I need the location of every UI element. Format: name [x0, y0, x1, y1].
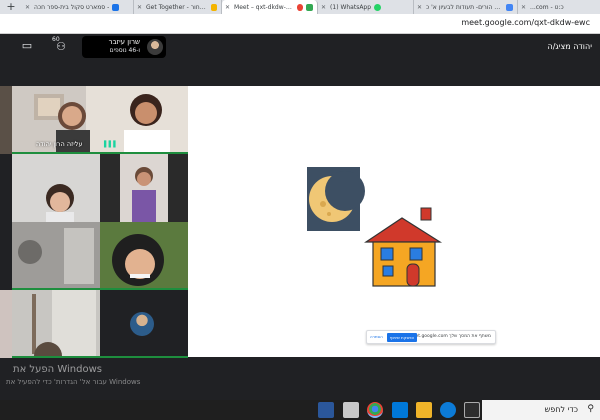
tab-title: Get Together - קראו כשחור [146, 3, 208, 11]
app-icon[interactable] [343, 402, 359, 418]
moon-picture [307, 167, 365, 231]
tab-title: ...com - כ:ט [530, 3, 564, 11]
presentation-stage: meet.google.com משתף את המסך שלך הפסקת ש… [188, 86, 600, 357]
browser-tab-strip: + ✕ סמארט סקול בית-ספר חכה - ✕ Get Toget… [0, 0, 600, 14]
participant-tile[interactable] [12, 154, 100, 222]
record-icon [296, 3, 304, 11]
chrome-icon[interactable] [367, 402, 383, 418]
participant-tile[interactable] [12, 290, 100, 358]
close-icon[interactable]: ✕ [417, 4, 422, 11]
meet-top-bar: ▭ ⚇ 60 שרון עיזבר ו-46 נוספים יהודה מציג… [0, 34, 600, 60]
close-icon[interactable]: ✕ [137, 4, 142, 11]
edge-new-icon[interactable] [440, 402, 456, 418]
participant-tile[interactable] [0, 86, 12, 154]
doc-icon [506, 3, 513, 11]
flag-icon [211, 3, 217, 11]
close-icon[interactable]: ✕ [321, 4, 326, 11]
participant-tile[interactable] [100, 154, 120, 222]
participant-tile[interactable] [100, 290, 188, 358]
hide-banner-button[interactable]: הסתרה [370, 334, 383, 339]
url-text[interactable]: meet.google.com/qxt-dkdw-ewc [461, 18, 590, 27]
participant-name: עליזה הרון יהודה [36, 140, 83, 148]
activate-windows-title: הפעל את Windows [13, 364, 102, 375]
avatar [130, 312, 154, 336]
address-bar[interactable]: meet.google.com/qxt-dkdw-ewc [0, 14, 600, 34]
screen-share-banner: meet.google.com משתף את המסך שלך הפסקת ש… [366, 330, 496, 344]
video-feed [12, 290, 100, 358]
edge-icon[interactable] [392, 402, 408, 418]
presenting-title: יהודה מציג/ה [547, 42, 592, 51]
chat-icon[interactable]: ▭ [18, 39, 36, 53]
tab-parents-day[interactable]: ✕ יום הורים- תעודות לבעיון א' כ: [414, 0, 518, 14]
meet-icon [306, 3, 313, 11]
presenter-card[interactable]: שרון עיזבר ו-46 נוספים [82, 36, 166, 58]
stop-sharing-button[interactable]: הפסקת שיתוף [387, 333, 417, 342]
search-icon: ⚲ [587, 404, 594, 414]
windows-taskbar: כדי לחפש ⚲ [0, 400, 600, 420]
search-placeholder: כדי לחפש [544, 405, 578, 414]
task-view-icon[interactable] [464, 402, 480, 418]
participant-tile[interactable]: עליזה הרון יהודה ▌▌▌ [12, 86, 188, 154]
speaking-indicator [12, 356, 188, 358]
tab-whatsapp[interactable]: ✕ (1) WhatsApp [318, 0, 414, 14]
tab-get-together[interactable]: ✕ Get Together - קראו כשחור [134, 0, 222, 14]
participant-tile[interactable] [168, 154, 188, 222]
close-icon[interactable]: ✕ [225, 4, 230, 11]
video-feed [132, 167, 156, 222]
taskbar-search[interactable]: כדי לחפש ⚲ [482, 400, 600, 420]
participant-tile[interactable] [100, 222, 188, 290]
s-icon [112, 3, 120, 11]
participant-tile[interactable] [12, 222, 100, 290]
close-icon[interactable]: ✕ [25, 4, 30, 11]
tab-title: (1) WhatsApp [330, 3, 372, 11]
share-banner-text: meet.google.com משתף את המסך שלך [408, 334, 491, 339]
participants-label: ו-46 נוספים [109, 47, 140, 54]
avatar [147, 39, 163, 55]
tab-other[interactable]: ✕ ...com - כ:ט [518, 0, 578, 14]
participant-tile[interactable] [0, 290, 12, 358]
folder-icon[interactable] [416, 402, 432, 418]
stop-sharing-label: הפסקת שיתוף [389, 335, 415, 340]
new-tab-button[interactable]: + [0, 0, 22, 14]
video-feed [12, 154, 100, 222]
participant-tile[interactable] [120, 154, 168, 222]
tab-title: Meet – qxt-dkdw-ewc [234, 3, 294, 11]
tab-title: סמארט סקול בית-ספר חכה - [34, 3, 110, 11]
house-drawing [364, 207, 443, 287]
tab-smartschool[interactable]: ✕ סמארט סקול בית-ספר חכה - [22, 0, 134, 14]
meet-window: ▭ ⚇ 60 שרון עיזבר ו-46 נוספים יהודה מציג… [0, 34, 600, 400]
participant-tiles: עליזה הרון יהודה ▌▌▌ [0, 86, 188, 358]
mic-active-icon: ▌▌▌ [104, 141, 118, 148]
presenter-name: שרון עיזבר [108, 38, 140, 46]
video-feed [12, 222, 100, 290]
participant-count: 60 [52, 36, 60, 43]
activate-windows-subtitle: עבור אל' הגדרות' כדי להפעיל את Windows [6, 378, 141, 386]
video-feed [100, 222, 188, 290]
whatsapp-icon [374, 3, 382, 11]
close-icon[interactable]: ✕ [521, 4, 526, 11]
shared-slide [307, 167, 443, 287]
word-icon[interactable] [318, 402, 334, 418]
tab-meet[interactable]: ✕ Meet – qxt-dkdw-ewc [222, 0, 318, 14]
tab-title: יום הורים- תעודות לבעיון א' כ: [426, 3, 503, 11]
